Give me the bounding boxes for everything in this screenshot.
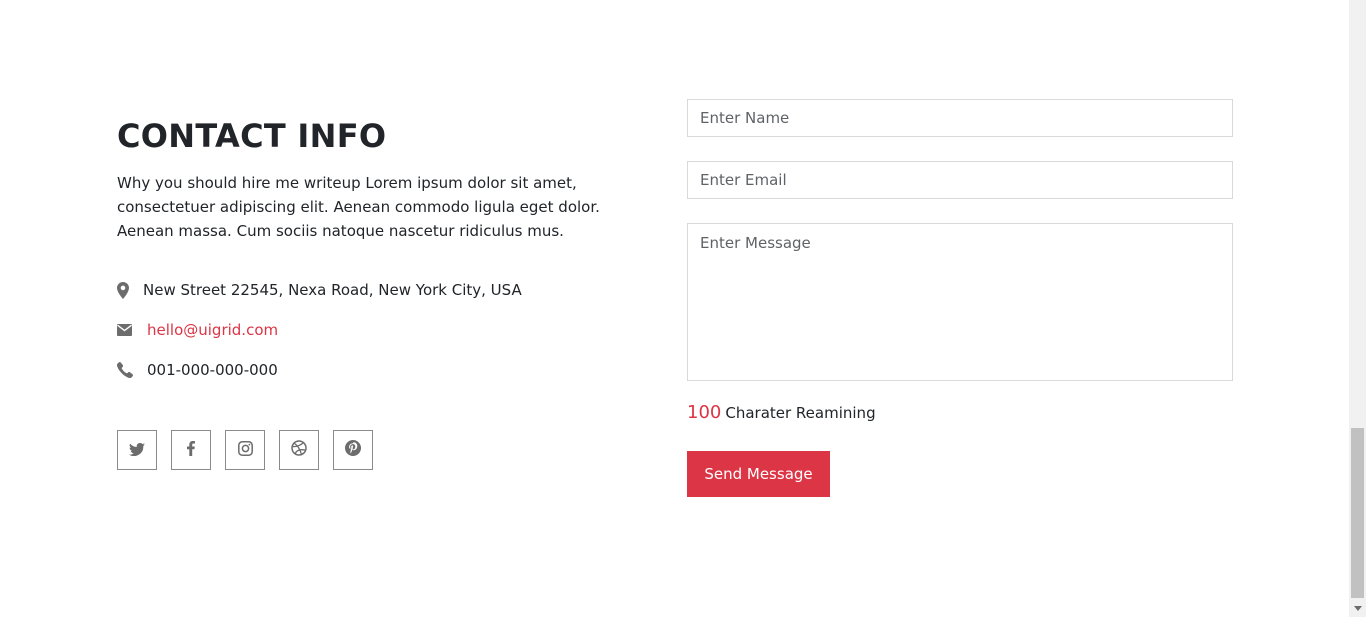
- email-row: hello@uigrid.com: [117, 320, 278, 340]
- scroll-down-arrow-icon[interactable]: [1349, 600, 1366, 617]
- twitter-button[interactable]: [117, 430, 157, 470]
- email-link[interactable]: hello@uigrid.com: [147, 320, 278, 340]
- map-marker-icon: [117, 281, 143, 299]
- pinterest-icon: [345, 440, 361, 460]
- social-links: [117, 430, 373, 470]
- pinterest-button[interactable]: [333, 430, 373, 470]
- scrollbar[interactable]: [1349, 0, 1366, 617]
- phone-icon: [117, 362, 143, 378]
- phone-text: 001-000-000-000: [147, 361, 278, 379]
- facebook-icon: [187, 440, 195, 460]
- scrollbar-thumb[interactable]: [1351, 428, 1364, 598]
- dribbble-button[interactable]: [279, 430, 319, 470]
- name-input[interactable]: [687, 99, 1233, 137]
- message-textarea[interactable]: [687, 223, 1233, 381]
- envelope-icon: [117, 324, 143, 336]
- address-row: New Street 22545, Nexa Road, New York Ci…: [117, 280, 522, 300]
- instagram-icon: [237, 440, 253, 460]
- email-input[interactable]: [687, 161, 1233, 199]
- contact-section: CONTACT INFO Why you should hire me writ…: [0, 0, 1349, 617]
- facebook-button[interactable]: [171, 430, 211, 470]
- phone-row: 001-000-000-000: [117, 360, 278, 380]
- character-counter: 100 Charater Reamining: [687, 402, 876, 423]
- dribbble-icon: [291, 440, 307, 460]
- twitter-icon: [129, 441, 145, 460]
- instagram-button[interactable]: [225, 430, 265, 470]
- contact-title: CONTACT INFO: [117, 117, 387, 155]
- contact-description: Why you should hire me writeup Lorem ips…: [117, 174, 600, 240]
- address-text: New Street 22545, Nexa Road, New York Ci…: [143, 281, 522, 299]
- character-counter-label: Charater Reamining: [725, 404, 876, 422]
- send-message-button[interactable]: Send Message: [687, 451, 830, 497]
- character-count: 100: [687, 402, 722, 423]
